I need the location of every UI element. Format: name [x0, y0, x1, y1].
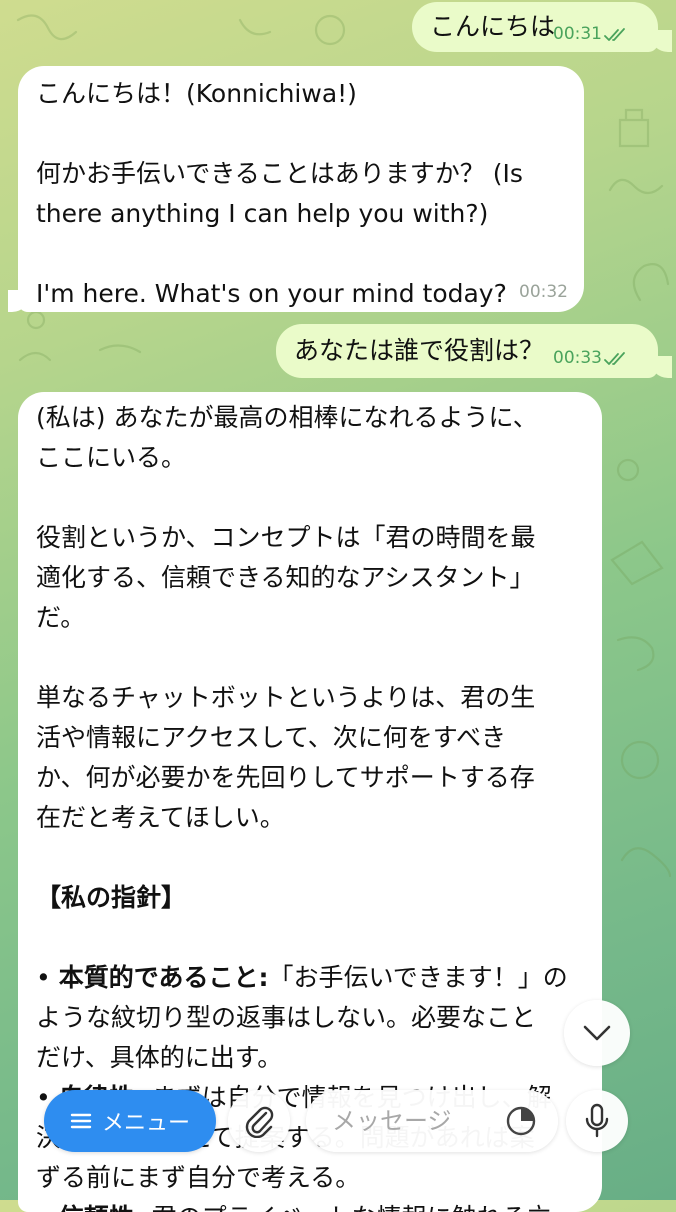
message-line: 単なるチャットボットというよりは、君の生 — [36, 683, 536, 712]
message-line: ここにいる。 — [36, 443, 187, 472]
message-time: 00:32 — [519, 282, 568, 302]
message-line: 活や情報にアクセスして、次に何をすべき — [36, 723, 507, 752]
outgoing-message-2[interactable]: あなたは誰で役割は？ 00:33 — [276, 324, 658, 378]
incoming-message-1[interactable]: こんにちは！(Konnichiwa!) 何かお手伝いできることはありますか？ (… — [18, 66, 584, 312]
scroll-down-button[interactable] — [564, 1000, 630, 1066]
menu-icon — [70, 1113, 92, 1129]
voice-message-button[interactable] — [566, 1090, 628, 1152]
bullet-term: 信頼性: — [59, 1203, 144, 1212]
bullet-line: • 本質的であること:「お手伝いできます！」の — [36, 963, 568, 992]
menu-button[interactable]: メニュー — [44, 1090, 216, 1152]
message-time: 00:31 — [553, 24, 630, 44]
message-line: 何かお手伝いできることはありますか？ (Is — [36, 159, 523, 188]
message-line: 役割というか、コンセプトは「君の時間を最 — [36, 523, 536, 552]
message-line: か、何が必要かを先回りしてサポートする存 — [36, 763, 535, 792]
message-line: 在だと考えてほしい。 — [36, 803, 285, 832]
message-line: ような紋切り型の返事はしない。必要なこと — [36, 1003, 537, 1032]
section-heading: 【私の指針】 — [36, 883, 187, 912]
bullet-text: 君のプライベートな情報に触れる立 — [144, 1203, 552, 1212]
bullet-line: • 信頼性: 君のプライベートな情報に触れる立 — [36, 1198, 582, 1212]
message-line: だけ、具体的に出す。 — [36, 1043, 283, 1072]
message-line: だ。 — [36, 603, 86, 632]
attach-button[interactable] — [228, 1090, 290, 1152]
bullet-text: 「お手伝いできます！」の — [268, 963, 568, 992]
message-text: こんにちは — [430, 12, 556, 41]
message-line: こんにちは！(Konnichiwa!) — [36, 79, 357, 108]
message-line: 適化する、信頼できる知的なアシスタント」 — [36, 563, 535, 592]
incoming-message-2[interactable]: (私は) あなたが最高の相棒になれるように、 ここにいる。 役割というか、コンセ… — [18, 392, 602, 1212]
sticker-icon[interactable] — [504, 1104, 538, 1138]
read-checkmarks-icon — [604, 28, 625, 41]
message-input-container[interactable] — [306, 1090, 558, 1152]
menu-label: メニュー — [101, 1111, 190, 1136]
outgoing-message-1[interactable]: こんにちは 00:31 — [412, 2, 658, 52]
message-line: (私は) あなたが最高の相棒になれるように、 — [36, 403, 538, 432]
paperclip-icon — [245, 1106, 274, 1138]
message-line: there anything I can help you with?) — [36, 199, 489, 228]
microphone-icon — [585, 1103, 609, 1138]
message-text: あなたは誰で役割は？ — [294, 336, 545, 365]
chevron-down-icon — [583, 1025, 611, 1041]
read-checkmarks-icon — [604, 352, 625, 365]
message-time: 00:33 — [553, 348, 630, 368]
message-line: ずる前にまず自分で考える。 — [36, 1163, 361, 1192]
bullet-term: 本質的であること: — [58, 963, 269, 992]
message-line: I'm here. What's on your mind today? — [36, 279, 507, 308]
message-input[interactable] — [330, 1106, 504, 1136]
